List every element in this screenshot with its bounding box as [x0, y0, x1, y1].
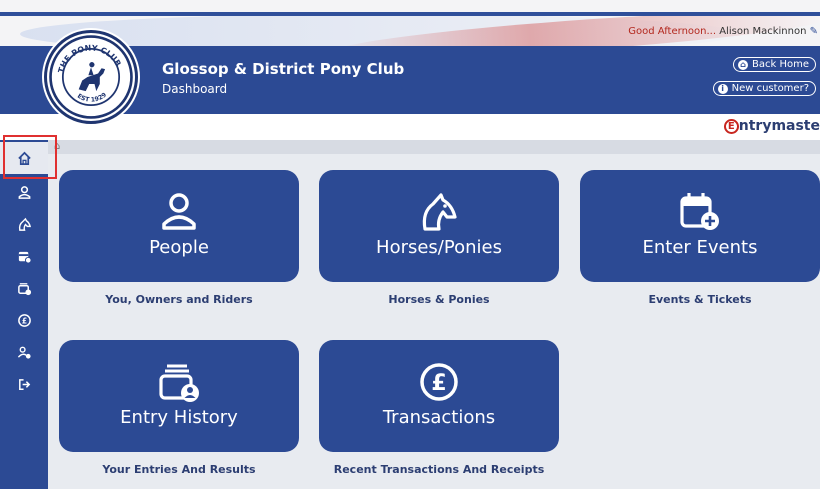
entry-history-icon	[17, 282, 31, 295]
pound-icon: £	[17, 313, 31, 327]
back-home-label: Back Home	[752, 59, 809, 70]
pony-club-logo[interactable]: THE PONY CLUB EST 1929	[44, 30, 138, 124]
tile-entry-history[interactable]: Entry History	[59, 340, 299, 452]
tile-caption: Events & Tickets	[648, 293, 752, 306]
tile-label: Horses/Ponies	[376, 237, 502, 258]
sidebar-item-entry-history[interactable]	[0, 272, 48, 304]
tile-label: Entry History	[120, 407, 238, 428]
svg-text:£: £	[431, 371, 446, 396]
greeting: Good Afternoon... Alison Mackinnon ✎	[628, 26, 818, 37]
sidebar: £	[0, 140, 48, 489]
calendar-plus-icon	[680, 193, 719, 230]
tile-label: Transactions	[382, 407, 496, 428]
tile-label: People	[149, 237, 209, 258]
tile-horses-ponies[interactable]: Horses/Ponies	[319, 170, 559, 282]
new-customer-button[interactable]: i New customer?	[712, 81, 816, 96]
page-title: Dashboard	[162, 82, 228, 96]
tile-people[interactable]: People	[59, 170, 299, 282]
tile-caption: You, Owners and Riders	[105, 293, 253, 306]
tile-transactions[interactable]: £ Transactions	[319, 340, 559, 452]
info-icon: i	[717, 83, 728, 94]
person-icon	[162, 193, 196, 230]
user-settings-icon	[17, 346, 31, 359]
greeting-user: Alison Mackinnon	[719, 26, 807, 37]
sidebar-item-horses[interactable]	[0, 208, 48, 240]
entrymaster-logo: Entrymaste	[723, 118, 820, 134]
logout-icon	[18, 378, 30, 390]
sidebar-item-transactions[interactable]: £	[0, 304, 48, 336]
edit-icon[interactable]: ✎	[810, 26, 818, 37]
greeting-prefix: Good Afternoon...	[628, 26, 717, 37]
horse-icon	[422, 193, 457, 231]
pound-icon: £	[420, 363, 458, 401]
selection-highlight	[3, 135, 57, 179]
sidebar-item-people[interactable]	[0, 176, 48, 208]
banner-stripe	[0, 12, 820, 16]
home-icon: ⌂	[738, 59, 748, 70]
tile-caption: Recent Transactions And Receipts	[333, 463, 545, 476]
horse-icon	[18, 217, 31, 231]
sidebar-item-events[interactable]	[0, 240, 48, 272]
svg-text:£: £	[21, 316, 26, 325]
sidebar-item-user-settings[interactable]	[0, 336, 48, 368]
person-icon	[18, 185, 30, 199]
sidebar-item-logout[interactable]	[0, 368, 48, 400]
tile-caption: Your Entries And Results	[102, 463, 256, 476]
calendar-icon	[18, 251, 32, 264]
breadcrumb: ⌂	[48, 140, 820, 154]
pony-club-emblem: THE PONY CLUB EST 1929	[49, 35, 133, 119]
entry-history-icon	[159, 364, 199, 402]
back-home-button[interactable]: ⌂ Back Home	[733, 57, 816, 72]
tile-caption: Horses & Ponies	[388, 293, 490, 306]
new-customer-label: New customer?	[731, 83, 809, 94]
tile-label: Enter Events	[642, 237, 758, 258]
tile-enter-events[interactable]: Enter Events	[580, 170, 820, 282]
club-name: Glossop & District Pony Club	[162, 60, 405, 78]
